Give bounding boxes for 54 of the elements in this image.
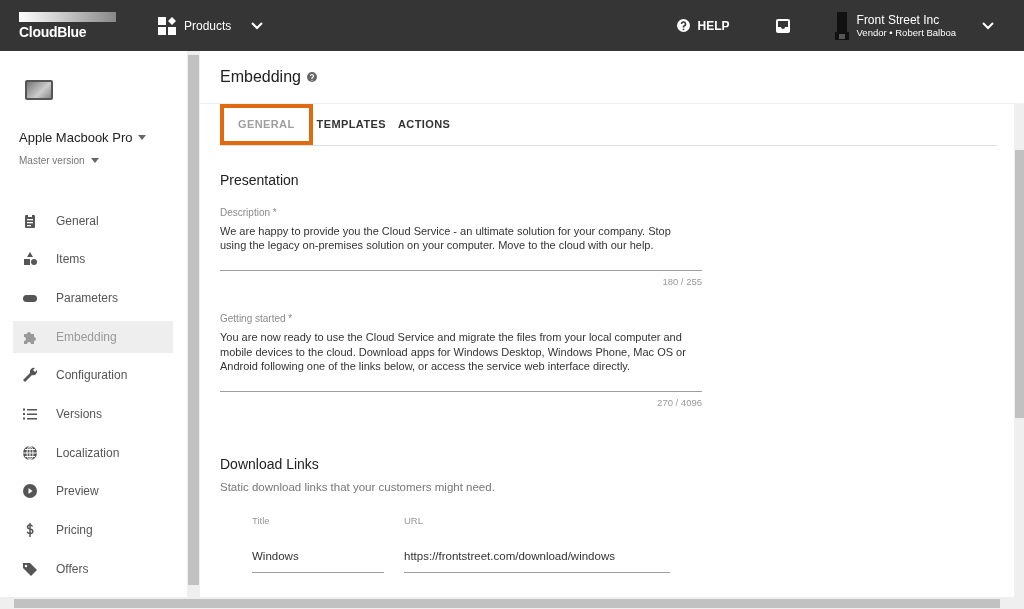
text-area-field[interactable]: We are happy to provide you the Cloud Service - an ultimate solution for your company. Stop using the legacy on-premises solution on your computer. Move to the cloud with our help. [220, 223, 702, 271]
tag-icon [22, 560, 38, 577]
url-input-field[interactable]: https://frontstreet.com/download/windows [404, 548, 670, 573]
sidebar-item[interactable]: Offers [13, 552, 173, 585]
help-icon [676, 19, 690, 32]
section-heading: Presentation [220, 170, 300, 190]
scrollbar[interactable] [1014, 103, 1024, 597]
scrollbar-thumb[interactable] [1015, 150, 1024, 418]
character-counter: 180 / 255 [661, 274, 702, 289]
character-counter: 270 / 4096 [656, 395, 702, 410]
clipboard-icon [22, 212, 38, 229]
section-heading: Download Links [220, 454, 320, 474]
help-icon[interactable] [306, 72, 317, 82]
apps-icon [158, 16, 176, 35]
sidebar-item[interactable]: Configuration [13, 359, 173, 392]
sidebar-item[interactable]: Parameters [13, 281, 173, 314]
account-role: Vendor • Robert Balboa [856, 27, 956, 39]
help-button[interactable]: HELP [676, 16, 730, 35]
sidebar-item[interactable]: Versions [13, 397, 173, 430]
building-icon [834, 11, 849, 40]
shapes-icon [22, 251, 38, 268]
sidebar-item[interactable]: General [13, 204, 173, 237]
horizontal-scrollbar[interactable] [0, 597, 1024, 609]
field-label: Description * [220, 205, 278, 220]
product-name[interactable]: Apple Macbook Pro [19, 128, 133, 148]
logo[interactable]: CloudBlue [19, 25, 119, 39]
page-title: Embedding [220, 67, 301, 87]
product-photo-placeholder [25, 80, 53, 100]
text-area-field[interactable]: You are now ready to use the Cloud Service and migrate the files from your local computer and mobile devices to the cloud. Download apps for Windows Desktop, Windows Phone, Mac OS or Android following one of the links below, or access the service web interface directly. [220, 329, 702, 392]
sidebar-item[interactable]: Localization [13, 436, 173, 469]
column-header: URL [404, 514, 424, 529]
sidebar-item[interactable]: Items [13, 243, 173, 276]
scrollbar-thumb[interactable] [188, 55, 199, 585]
chevron-down-icon [251, 21, 264, 30]
field-label: Getting started * [220, 311, 294, 326]
title-input-field[interactable]: Windows [252, 548, 384, 573]
caret-icon[interactable] [138, 135, 147, 141]
caret-icon[interactable] [90, 157, 99, 163]
scrollbar[interactable] [187, 51, 200, 597]
scrollbar-thumb[interactable] [14, 599, 1000, 608]
version-selector[interactable]: Master version [19, 152, 85, 168]
tab[interactable]: TEMPLATES [310, 104, 392, 145]
column-header: Title [252, 514, 271, 529]
tab[interactable]: ACTIONS [392, 104, 457, 145]
play-icon [22, 483, 38, 500]
products-menu[interactable]: Products [158, 16, 264, 35]
globe-icon [22, 444, 38, 461]
inbox-icon[interactable] [774, 17, 791, 34]
sidebar-item[interactable]: Pricing [13, 514, 173, 546]
sidebar-item[interactable]: Preview [13, 475, 173, 508]
chevron-down-icon[interactable] [982, 21, 994, 30]
section-description: Static download links that your customers might need. [220, 479, 496, 495]
account-name: Front Street Inc [856, 12, 941, 27]
wrench-icon [22, 367, 38, 384]
